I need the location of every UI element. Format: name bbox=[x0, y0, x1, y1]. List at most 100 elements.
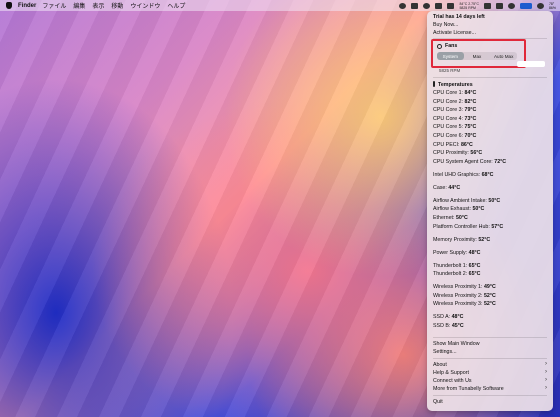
show-main-window-item[interactable]: Show Main Window bbox=[433, 341, 480, 347]
help-support-item[interactable]: Help & Support bbox=[433, 370, 469, 376]
fan-mode-system[interactable]: System bbox=[437, 52, 464, 60]
sensor-label: CPU Core 1: bbox=[433, 90, 464, 96]
temperature-row: Airflow Ambient Intake: 50°C bbox=[433, 198, 500, 204]
temperature-row: CPU Proximity: 56°C bbox=[433, 150, 482, 156]
separator bbox=[433, 77, 547, 78]
sensor-value: 84°C bbox=[464, 90, 477, 96]
fan-mode-max[interactable]: Max bbox=[464, 52, 491, 60]
sensor-value: 45°C bbox=[451, 323, 464, 329]
sensor-value: 52°C bbox=[478, 236, 491, 243]
temperatures-title: Temperatures bbox=[438, 82, 473, 88]
battery-readout: 86% bbox=[548, 6, 556, 10]
sensor-value: 48°C bbox=[468, 249, 481, 256]
menu-bar: Finder ファイル 編集 表示 移動 ウインドウ ヘルプ 84°C 2.75… bbox=[0, 0, 560, 11]
status-app-icon[interactable] bbox=[399, 3, 407, 9]
sensor-label: Wireless Proximity 3: bbox=[433, 301, 483, 308]
status-app-icon-4[interactable] bbox=[435, 3, 443, 9]
apple-icon[interactable] bbox=[6, 2, 12, 9]
sensor-value: 82°C bbox=[464, 98, 477, 105]
temperature-row: Platform Controller Hub: 57°C bbox=[433, 224, 503, 230]
display-icon[interactable] bbox=[483, 3, 491, 9]
menu-go[interactable]: 移動 bbox=[111, 1, 123, 10]
temperature-row: CPU Core 3: 79°C bbox=[433, 107, 476, 113]
temperature-row: Wireless Proximity 3: 52°C bbox=[433, 301, 496, 307]
sensor-label: CPU Core 2: bbox=[433, 98, 464, 105]
menu-app-name[interactable]: Finder bbox=[18, 3, 36, 9]
menu-file[interactable]: ファイル bbox=[42, 1, 66, 10]
fan-mode-auto-max[interactable]: Auto Max bbox=[490, 52, 517, 60]
sensor-label: Case: bbox=[433, 184, 447, 191]
keyboard-icon[interactable] bbox=[495, 3, 503, 9]
separator bbox=[433, 395, 547, 396]
status-app-icon-5[interactable] bbox=[447, 3, 455, 9]
sensor-label: Wireless Proximity 2: bbox=[433, 292, 483, 299]
menu-help[interactable]: ヘルプ bbox=[167, 1, 185, 10]
temperature-row: Wireless Proximity 2: 52°C bbox=[433, 293, 496, 299]
activate-license-item[interactable]: Activate License... bbox=[433, 30, 476, 36]
settings-item[interactable]: Settings... bbox=[433, 349, 457, 355]
sensor-label: Thunderbolt 1: bbox=[433, 262, 468, 269]
chevron-right-icon: › bbox=[545, 377, 547, 383]
sensor-value: 56°C bbox=[470, 150, 483, 157]
sensor-value: 65°C bbox=[468, 271, 481, 278]
about-item[interactable]: About bbox=[433, 362, 447, 368]
chevron-right-icon: › bbox=[545, 369, 547, 375]
sensor-value: 50°C bbox=[472, 206, 485, 213]
fans-title: Fans bbox=[445, 43, 458, 49]
buy-now-item[interactable]: Buy Now... bbox=[433, 22, 458, 28]
app-icon-blue[interactable] bbox=[519, 3, 532, 9]
status-app-icon-2[interactable] bbox=[411, 3, 419, 9]
fan-mode-segmented-control[interactable]: System Max Auto Max bbox=[437, 52, 517, 60]
sensor-label: CPU Proximity: bbox=[433, 150, 469, 157]
wifi-icon[interactable] bbox=[536, 3, 544, 9]
sensor-label: Power Supply: bbox=[433, 249, 468, 256]
sensor-label: Platform Controller Hub: bbox=[433, 223, 490, 230]
fan-sensor-widget[interactable]: 84°C 2.75°C 5825 RPM bbox=[459, 2, 479, 10]
sensor-value: 68°C bbox=[481, 171, 494, 178]
fan-speed-bar bbox=[517, 61, 545, 67]
fan-rpm: 5825 RPM bbox=[439, 68, 461, 73]
weather-battery-widget[interactable]: 78° 86% bbox=[549, 2, 556, 10]
sensor-value: 79°C bbox=[464, 107, 477, 114]
status-app-icon-3[interactable] bbox=[423, 3, 431, 9]
sensor-label: CPU Core 3: bbox=[433, 107, 464, 114]
sensor-label: Airflow Ambient Intake: bbox=[433, 197, 487, 204]
sensor-value: 72°C bbox=[494, 158, 507, 165]
menu-view[interactable]: 表示 bbox=[92, 1, 104, 10]
fans-section-highlight: Fans System Max Auto Max bbox=[431, 39, 526, 68]
temperature-row: Thunderbolt 2: 65°C bbox=[433, 271, 481, 277]
quit-item[interactable]: Quit bbox=[433, 399, 443, 405]
sensor-value: 48°C bbox=[451, 314, 464, 321]
status-items: 84°C 2.75°C 5825 RPM 78° 86% bbox=[399, 1, 556, 11]
connect-item[interactable]: Connect with Us bbox=[433, 378, 472, 384]
sensor-label: Wireless Proximity 1: bbox=[433, 284, 483, 291]
sensor-label: Memory Proximity: bbox=[433, 236, 477, 243]
sensor-label: SSD B: bbox=[433, 323, 451, 329]
temperature-row: SSD A: 48°C bbox=[433, 314, 463, 320]
separator bbox=[433, 337, 547, 338]
sensor-value: 73°C bbox=[464, 115, 477, 122]
temperature-row: Airflow Exhaust: 50°C bbox=[433, 206, 484, 212]
sensor-label: CPU System Agent Core: bbox=[433, 158, 493, 165]
temperature-row: CPU PECI: 86°C bbox=[433, 142, 473, 148]
temperature-row: Ethernet: 50°C bbox=[433, 215, 468, 221]
sensor-value: 50°C bbox=[455, 215, 468, 221]
sensor-value: 52°C bbox=[483, 292, 496, 299]
spotlight-icon[interactable] bbox=[507, 3, 515, 9]
sensor-value: 65°C bbox=[468, 262, 481, 269]
sensor-value: 75°C bbox=[464, 124, 477, 131]
chevron-right-icon: › bbox=[545, 361, 547, 367]
sensor-rpm-readout: 5825 RPM bbox=[459, 6, 476, 10]
sensor-label: CPU Core 5: bbox=[433, 124, 464, 131]
more-apps-item[interactable]: More from Tunabelly Software bbox=[433, 386, 504, 392]
menu-edit[interactable]: 編集 bbox=[73, 1, 85, 10]
temperature-row: CPU Core 6: 70°C bbox=[433, 133, 476, 139]
menu-window[interactable]: ウインドウ bbox=[130, 1, 160, 10]
temperature-row: Memory Proximity: 52°C bbox=[433, 237, 490, 243]
sensor-value: 52°C bbox=[483, 301, 496, 308]
sensor-value: 86°C bbox=[460, 141, 473, 148]
temperature-row: SSD B: 45°C bbox=[433, 323, 464, 329]
sensor-value: 70°C bbox=[464, 133, 477, 139]
fan-control-menu: Trial has 14 days left Buy Now... Activa… bbox=[427, 11, 553, 411]
temperature-row: Intel UHD Graphics: 68°C bbox=[433, 172, 493, 178]
